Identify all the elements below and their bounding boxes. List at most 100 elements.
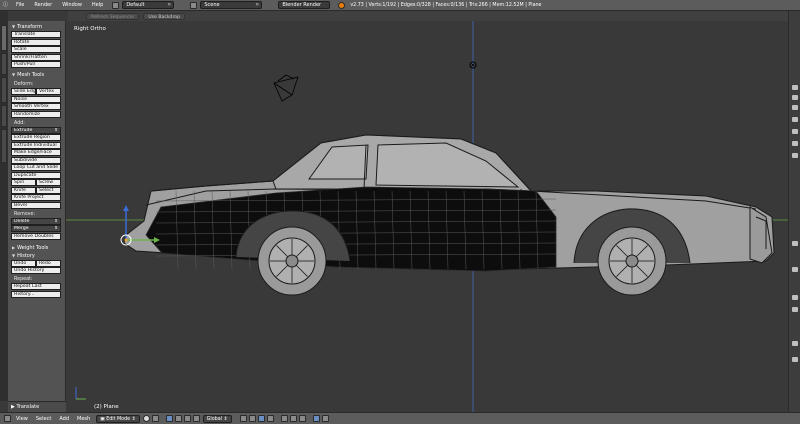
tab-grease-pencil[interactable] xyxy=(1,129,7,163)
scene-stats: v2.73 | Verts:1/192 | Edges:0/328 | Face… xyxy=(350,2,542,8)
editor-type-icon[interactable] xyxy=(4,415,11,422)
camera-object[interactable] xyxy=(273,74,299,102)
knife-button[interactable]: Knife xyxy=(11,186,36,194)
shrink-flatten-button[interactable]: Shrink/Flatten xyxy=(11,53,61,61)
translate-button[interactable]: Translate xyxy=(11,31,61,38)
menu-view[interactable]: View xyxy=(12,416,32,422)
snap-element-icon[interactable] xyxy=(298,415,306,422)
view-icon[interactable] xyxy=(792,153,798,158)
redo-button[interactable]: Redo xyxy=(36,259,61,267)
render-animation-icon[interactable] xyxy=(321,415,329,422)
menu-mesh[interactable]: Mesh xyxy=(73,416,94,422)
undo-button[interactable]: Undo xyxy=(11,259,36,267)
scale-button[interactable]: Scale xyxy=(11,46,61,53)
properties-strip xyxy=(788,11,800,412)
limit-selection-icon[interactable] xyxy=(266,415,274,422)
loop-cut-slide-button[interactable]: Loop Cut and Slide xyxy=(11,164,61,171)
translate-manipulator-icon[interactable] xyxy=(174,415,182,422)
screw-button[interactable]: Screw xyxy=(36,179,61,186)
delete-dropdown[interactable]: Delete ⇕ xyxy=(11,217,61,225)
duplicate-button[interactable]: Duplicate xyxy=(11,171,61,179)
layout-selector[interactable]: Default ✕ xyxy=(122,1,175,9)
blender-logo-icon xyxy=(338,1,346,9)
extrude-dropdown[interactable]: Extrude ⇕ xyxy=(11,126,61,134)
rotate-button[interactable]: Rotate xyxy=(11,38,61,46)
editor-type-icon[interactable]: ⓘ xyxy=(0,1,11,9)
view-icon[interactable] xyxy=(792,295,798,300)
snap-icon[interactable] xyxy=(289,415,297,422)
mesh-tools-panel-header[interactable]: ▼ Mesh Tools xyxy=(11,71,63,79)
repeat-last-button[interactable]: Repeat Last xyxy=(11,283,61,290)
knife-select-button[interactable]: Select xyxy=(36,186,61,194)
menu-help[interactable]: Help xyxy=(87,1,108,9)
vertex-select-icon[interactable] xyxy=(239,415,247,422)
view-icon[interactable] xyxy=(792,241,798,246)
view-icon[interactable] xyxy=(792,117,798,122)
randomize-button[interactable]: Randomize xyxy=(11,110,61,118)
remove-doubles-button[interactable]: Remove Doubles xyxy=(11,232,61,240)
mode-dropdown[interactable]: ▣ Edit Mode ⇕ xyxy=(96,414,140,423)
view-icon[interactable] xyxy=(792,105,798,110)
use-backdrop-toggle[interactable]: Use Backdrop xyxy=(143,12,185,20)
expand-triangle-icon: ▶ xyxy=(12,244,16,250)
spin-button[interactable]: Spin xyxy=(11,179,36,186)
tab-shading-uvs[interactable] xyxy=(1,77,7,103)
merge-dropdown[interactable]: Merge ⇕ xyxy=(11,225,61,232)
tab-create[interactable] xyxy=(1,53,7,75)
subdivide-button[interactable]: Subdivide xyxy=(11,156,61,164)
knife-project-button[interactable]: Knife Project xyxy=(11,194,61,201)
render-engine-dropdown[interactable]: Blender Render xyxy=(278,1,331,9)
scene-selector[interactable]: Scene ✕ xyxy=(200,1,263,9)
menu-render[interactable]: Render xyxy=(29,1,57,9)
refresh-sequencer-button[interactable]: Refresh Sequencer xyxy=(86,12,140,20)
noise-button[interactable]: Noise xyxy=(11,95,61,103)
proportional-edit-icon[interactable] xyxy=(280,415,288,422)
make-edge-face-button[interactable]: Make Edge/Face xyxy=(11,149,61,156)
extrude-individual-button[interactable]: Extrude Individual xyxy=(11,141,61,149)
menu-select[interactable]: Select xyxy=(32,416,55,422)
weight-tools-panel-header[interactable]: ▶ Weight Tools xyxy=(11,244,63,252)
push-pull-button[interactable]: Push/Pull xyxy=(11,61,61,68)
menu-window[interactable]: Window xyxy=(57,1,87,9)
edge-select-icon[interactable] xyxy=(248,415,256,422)
view-icon[interactable] xyxy=(792,341,798,346)
undo-history-button[interactable]: Undo History xyxy=(11,267,61,274)
opengl-render-icon[interactable] xyxy=(312,415,320,422)
tab-options[interactable] xyxy=(1,105,7,127)
view-label: Right Ortho xyxy=(74,26,106,32)
viewport-shading-icon[interactable] xyxy=(142,415,150,422)
manipulator-toggle-icon[interactable] xyxy=(165,415,173,422)
pivot-point-icon[interactable] xyxy=(151,415,159,422)
extrude-region-button[interactable]: Extrude Region xyxy=(11,134,61,141)
history-button[interactable]: History... xyxy=(11,290,61,298)
rotate-manipulator-icon[interactable] xyxy=(183,415,191,422)
transform-panel-header[interactable]: ▼ Transform xyxy=(11,23,63,31)
view-icon[interactable] xyxy=(792,85,798,90)
delete-dropdown-label: Delete xyxy=(14,218,30,224)
view-icon[interactable] xyxy=(792,357,798,362)
face-select-icon[interactable] xyxy=(257,415,265,422)
repeat-label: Repeat: xyxy=(14,277,33,282)
orientation-dropdown[interactable]: Global ⇕ xyxy=(202,414,232,423)
view-icon[interactable] xyxy=(792,95,798,100)
3d-viewport[interactable]: Right Ortho (2) Plane xyxy=(66,21,788,412)
operator-panel[interactable]: ▶ Translate xyxy=(8,401,66,412)
deform-label: Deform: xyxy=(14,82,34,87)
scale-manipulator-icon[interactable] xyxy=(192,415,200,422)
bevel-button[interactable]: Bevel xyxy=(11,201,61,209)
menu-file[interactable]: File xyxy=(11,1,29,9)
menu-add[interactable]: Add xyxy=(55,416,73,422)
dropdown-arrows-icon: ⇕ xyxy=(54,127,58,133)
smooth-vertex-button[interactable]: Smooth Vertex xyxy=(11,103,61,110)
close-icon[interactable]: ✕ xyxy=(255,2,259,8)
view-icon[interactable] xyxy=(792,307,798,312)
view-icon[interactable] xyxy=(792,141,798,146)
slide-edge-button[interactable]: Slide Edg xyxy=(11,88,36,95)
viewport-scene xyxy=(66,21,788,412)
history-panel-header[interactable]: ▼ History xyxy=(11,252,63,260)
close-icon[interactable]: ✕ xyxy=(167,2,171,8)
view-icon[interactable] xyxy=(792,129,798,134)
slide-vertex-button[interactable]: Vertex xyxy=(36,88,61,95)
tab-tools[interactable] xyxy=(1,25,7,51)
view-icon[interactable] xyxy=(792,267,798,272)
